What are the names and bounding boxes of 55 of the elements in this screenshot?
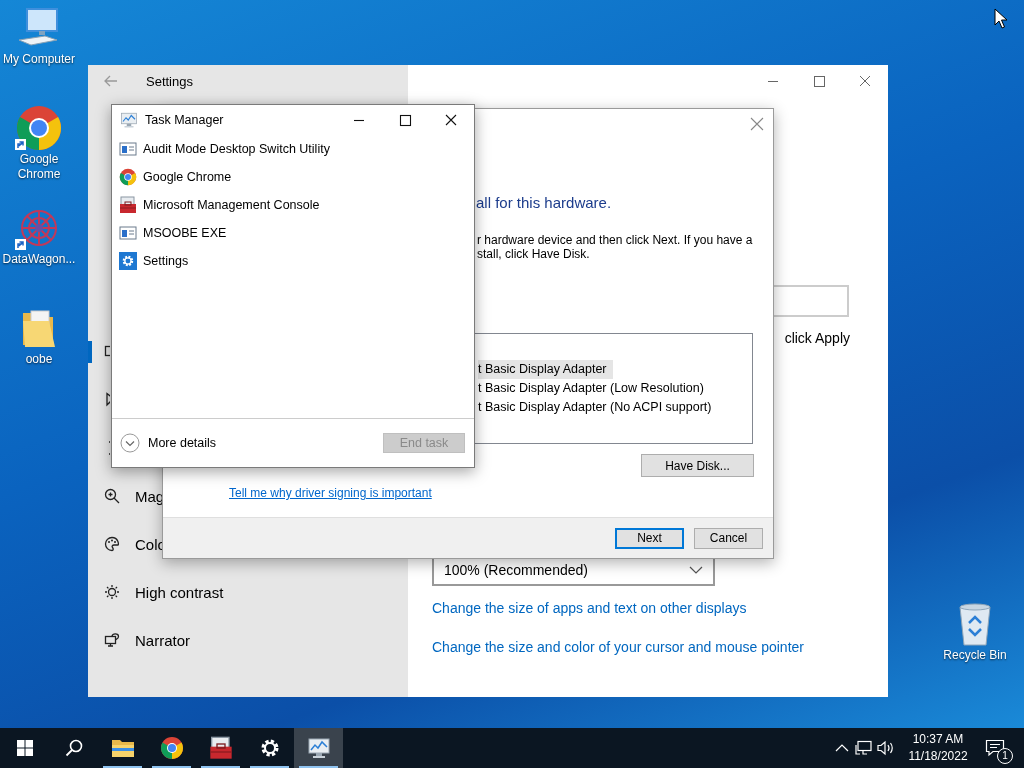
dialog-heading: all for this hardware. [476,193,613,213]
toolbox-icon[interactable] [208,736,233,760]
mouse-pointer-icon [994,8,1008,30]
list-item[interactable]: t Basic Display Adapter (No ACPI support) [478,398,718,417]
window-title: Task Manager [145,113,225,127]
app-list-item[interactable]: Microsoft Management Console [143,198,320,212]
app-list-item[interactable]: Audit Mode Desktop Switch Utility [143,142,330,156]
desktop-icon-label[interactable]: DataWagon... [1,252,77,267]
network-icon[interactable] [853,740,875,756]
task-manager-icon [120,111,138,129]
instruction-text: click Apply [783,329,850,348]
list-item[interactable]: t Basic Display Adapter (Low Resolution) [478,379,710,398]
desktop-icon-label[interactable]: oobe [1,352,77,367]
magnifier-icon[interactable] [104,488,120,504]
notifications-button[interactable]: 1 [978,728,1012,768]
settings-link[interactable]: Change the size and color of your cursor and mouse pointer [432,637,804,657]
palette-icon[interactable] [104,536,120,552]
sidebar-item[interactable]: Narrator [135,631,190,649]
narrator-icon[interactable] [104,632,120,648]
app-window-icon [119,224,137,242]
settings-link[interactable]: Change the size of apps and text on other displays [432,598,747,618]
chevron-down-icon[interactable] [120,433,140,453]
have-disk-button[interactable]: Have Disk... [641,454,754,477]
more-details-link[interactable]: More details [148,436,217,450]
instruction-text: r hardware device and then click Next. If you have a [477,233,754,247]
close-button[interactable] [749,116,765,132]
desktop-icon-label[interactable]: Google Chrome [1,152,77,182]
taskbar-button[interactable] [294,728,343,768]
toolbox-icon [119,196,137,214]
chrome-icon [119,168,137,186]
message-icon [985,739,1005,757]
clock-date[interactable]: 11/18/2022 [903,748,973,765]
app-list-item[interactable]: Settings [143,254,189,268]
chrome-icon[interactable] [159,736,184,760]
dialog-button[interactable]: Next [615,527,684,549]
notification-count: 1 [997,748,1013,764]
instruction-text: stall, click Have Disk. [477,247,591,261]
dialog-button[interactable]: Cancel [694,527,763,549]
sun-icon[interactable] [104,584,120,600]
app-list-item[interactable]: Google Chrome [143,170,232,184]
chevron-down-icon [689,566,703,574]
help-link[interactable]: Tell me why driver signing is important [229,486,432,500]
list-item[interactable]: t Basic Display Adapter [478,360,613,379]
app-list-item[interactable]: MSOOBE EXE [143,226,227,240]
start-icon[interactable] [16,740,33,756]
sidebar-item[interactable]: High contrast [135,583,224,601]
desktop-icon-label[interactable]: Recycle Bin [937,648,1013,663]
clock-time[interactable]: 10:37 AM [903,731,973,748]
window-title: Settings [146,73,193,89]
app-window-icon [119,140,137,158]
desktop-icon-label[interactable]: My Computer [1,52,77,67]
folder-icon[interactable] [110,737,135,759]
settings-icon [119,252,137,270]
task-manager-icon [306,736,331,760]
search-icon[interactable] [64,739,83,757]
